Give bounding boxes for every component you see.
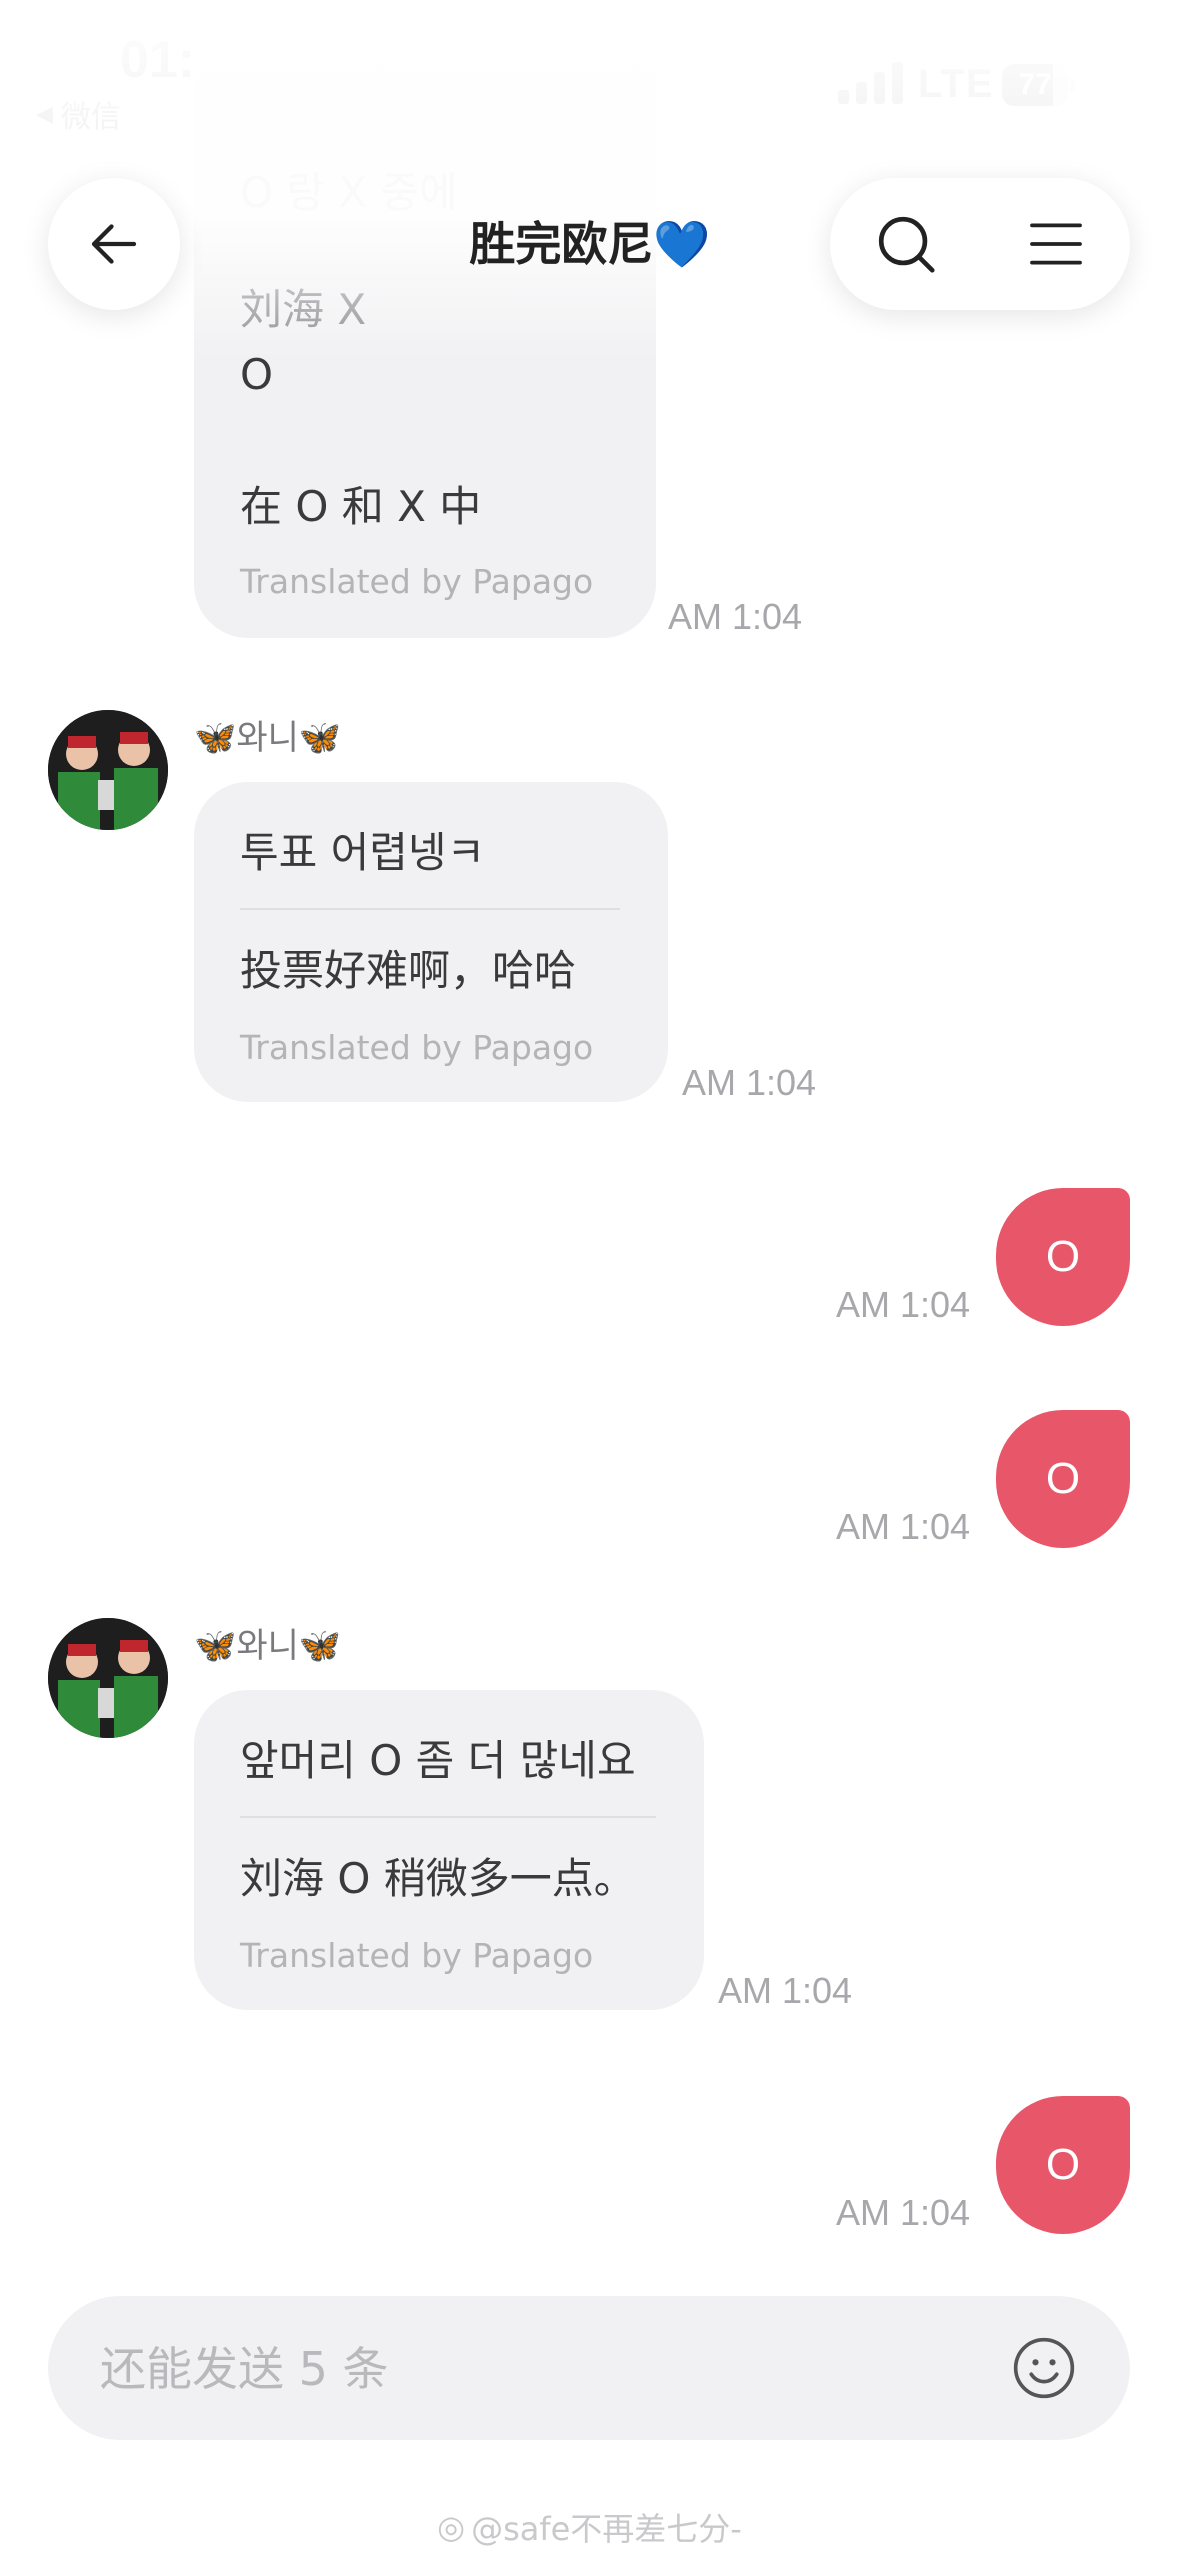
emoji-button[interactable] [1010,2334,1078,2402]
arrow-left-icon [91,224,137,264]
message-bubble-outgoing[interactable]: O [996,1410,1130,1548]
weibo-logo-icon: ◎ [437,2508,466,2546]
translation-divider [240,1816,656,1818]
header-actions [830,178,1130,310]
cellular-signal-icon [838,62,903,104]
message-timestamp: AM 1:04 [668,596,803,637]
message-input[interactable] [98,2296,982,2442]
search-icon [878,216,935,273]
avatar[interactable] [48,710,168,830]
hamburger-menu-icon [1030,223,1082,265]
network-type: LTE [918,62,994,106]
message-translated-line: 在 O 和 X 中 [240,482,482,531]
back-to-app-link[interactable]: ◀ 微信 [36,92,121,136]
watermark: ◎ @safe不再差七分- [0,2504,1179,2550]
message-translated-text: 刘海 O 稍微多一点。 [240,1854,636,1903]
back-triangle-icon: ◀ [36,101,53,127]
message-composer [48,2296,1130,2442]
message-translated-line: O [240,350,274,399]
message-original-text: 앞머리 O 좀 더 많네요 [240,1736,636,1785]
message-translated-line: 刘海 X [240,285,367,334]
search-button[interactable] [866,204,946,284]
back-app-label: 微信 [60,100,121,135]
translation-divider [240,908,620,910]
message-timestamp: AM 1:04 [836,2192,971,2233]
avatar-photo [48,1618,168,1738]
message-original-text: 투표 어렵넹ㅋ [240,828,486,877]
avatar-photo [48,710,168,830]
message-timestamp: AM 1:04 [836,1284,971,1325]
sender-name: 🦋와니🦋 [194,1626,342,1666]
avatar[interactable] [48,1618,168,1738]
message-timestamp: AM 1:04 [718,1970,853,2011]
translated-by-note: Translated by Papago [240,1028,594,1067]
translated-by-note: Translated by Papago [240,562,594,601]
back-button[interactable] [48,178,180,310]
watermark-text: @safe不再差七分- [471,2510,742,2548]
smiley-icon [1013,2337,1075,2399]
message-translated-text: 投票好难啊，哈哈 [240,946,577,995]
message-timestamp: AM 1:04 [682,1062,817,1103]
menu-button[interactable] [1016,204,1096,284]
message-timestamp: AM 1:04 [836,1506,971,1547]
battery-level: 77 [1018,68,1052,101]
sender-name: 🦋와니🦋 [194,718,342,758]
translated-by-note: Translated by Papago [240,1936,594,1975]
message-bubble-outgoing[interactable]: O [996,2096,1130,2234]
message-bubble-outgoing[interactable]: O [996,1188,1130,1326]
battery-indicator: 77 [1002,64,1075,106]
chat-title: 胜完欧尼💙 [469,217,711,271]
